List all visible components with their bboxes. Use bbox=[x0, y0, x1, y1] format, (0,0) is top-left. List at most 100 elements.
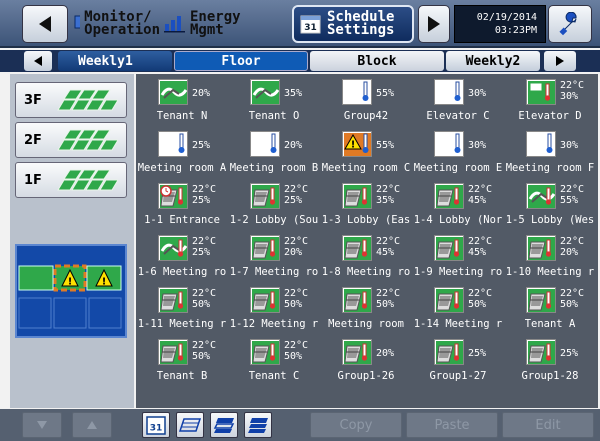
tab-schedule-settings[interactable]: 31 Schedule Settings bbox=[292, 5, 414, 43]
layer-all-button[interactable] bbox=[244, 412, 272, 438]
ventilator-icon bbox=[158, 79, 188, 105]
date-time-display: 02/19/2014 03:23PM bbox=[454, 5, 546, 43]
tab-block[interactable]: Block bbox=[310, 51, 444, 71]
group-status-value: 20% bbox=[284, 140, 303, 151]
floor-button-1f[interactable]: 1F bbox=[15, 162, 127, 198]
thermometer-icon bbox=[342, 79, 372, 105]
group-item[interactable]: 22°C 20% 1-7 Meeting ro bbox=[228, 232, 320, 282]
group-item[interactable]: 35% Tenant O bbox=[228, 76, 320, 126]
group-name: Meeting room A bbox=[137, 162, 227, 174]
group-item[interactable]: 22°C 55% 1-5 Lobby (Wes bbox=[504, 180, 596, 230]
maintenance-button[interactable] bbox=[548, 5, 592, 43]
group-item[interactable]: 22°C 50% 1-11 Meeting r bbox=[136, 284, 228, 334]
aircon-icon bbox=[250, 183, 280, 209]
group-item[interactable]: 22°C 25% 1-1 Entrance bbox=[136, 180, 228, 230]
nav-forward-button[interactable] bbox=[418, 5, 450, 43]
layer-multi-button[interactable] bbox=[210, 412, 238, 438]
thermometer-icon bbox=[434, 79, 464, 105]
scroll-down-button[interactable] bbox=[22, 412, 62, 438]
copy-button[interactable]: Copy bbox=[310, 412, 402, 438]
edit-button[interactable]: Edit bbox=[502, 412, 594, 438]
group-item[interactable]: 22°C 50% Meeting room bbox=[320, 284, 412, 334]
group-item[interactable]: 22°C 30% Elevator D bbox=[504, 76, 596, 126]
group-item[interactable]: 30% Elevator C bbox=[412, 76, 504, 126]
bar-chart-icon bbox=[164, 16, 185, 33]
paste-button[interactable]: Paste bbox=[406, 412, 498, 438]
group-item[interactable]: 20% Meeting room B bbox=[228, 128, 320, 178]
group-item[interactable]: 22°C 50% 1-12 Meeting r bbox=[228, 284, 320, 334]
floor-label: 1F bbox=[24, 172, 42, 188]
group-status-value: 30% bbox=[468, 140, 487, 151]
aircon-icon bbox=[526, 287, 556, 313]
bottom-toolbar: 31 Copy Paste Edit bbox=[0, 409, 600, 441]
tab-floor[interactable]: Floor bbox=[174, 51, 308, 71]
group-status-value: 55% bbox=[376, 140, 395, 151]
group-item[interactable]: 22°C 20% 1-10 Meeting r bbox=[504, 232, 596, 282]
group-status-value: 25% bbox=[468, 348, 487, 359]
ventilator-icon bbox=[250, 79, 280, 105]
group-item[interactable]: 22°C 50% Tenant C bbox=[228, 336, 320, 386]
group-item[interactable]: 25% Meeting room A bbox=[136, 128, 228, 178]
group-name: 1-6 Meeting ro bbox=[137, 266, 227, 278]
group-item[interactable]: 20% Group1-26 bbox=[320, 336, 412, 386]
tab-weekly2[interactable]: Weekly2 bbox=[446, 51, 540, 71]
group-name: 1-9 Meeting ro bbox=[413, 266, 503, 278]
group-item[interactable]: 22°C 35% 1-3 Lobby (Eas bbox=[320, 180, 412, 230]
group-name: Meeting room E bbox=[413, 162, 503, 174]
block-map-icon: ! ! bbox=[18, 264, 122, 329]
group-grid: 20% Tenant N 35% Tenant O 55% Group42 30% Eleva… bbox=[136, 74, 598, 408]
group-name: 1-4 Lobby (Nor bbox=[413, 214, 503, 226]
group-name: Tenant B bbox=[156, 370, 208, 382]
tab-prev-button[interactable] bbox=[24, 51, 52, 71]
tab-energy-label: Energy Mgmt bbox=[190, 9, 241, 38]
group-item[interactable]: 55% Group42 bbox=[320, 76, 412, 126]
group-name: Group42 bbox=[343, 110, 389, 122]
aircon-icon bbox=[158, 339, 188, 365]
group-name: Meeting room C bbox=[321, 162, 411, 174]
group-item[interactable]: 22°C 45% 1-9 Meeting ro bbox=[412, 232, 504, 282]
group-item[interactable]: 22°C 50% 1-14 Meeting r bbox=[412, 284, 504, 334]
group-item[interactable]: 22°C 45% 1-4 Lobby (Nor bbox=[412, 180, 504, 230]
floor-label: 3F bbox=[24, 92, 42, 108]
tab-weekly1[interactable]: Weekly1 bbox=[58, 51, 172, 71]
aircon-icon bbox=[434, 235, 464, 261]
top-nav-bar: Monitor/ Operation Energy Mgmt 31 Schedu… bbox=[0, 0, 600, 48]
aircon-timer-icon bbox=[158, 183, 188, 209]
floor-plan-icon bbox=[57, 89, 118, 111]
group-item[interactable]: 22°C 50% Tenant B bbox=[136, 336, 228, 386]
thermometer-icon bbox=[434, 131, 464, 157]
group-item[interactable]: 20% Tenant N bbox=[136, 76, 228, 126]
tab-next-button[interactable] bbox=[544, 51, 576, 71]
floor-button-2f[interactable]: 2F bbox=[15, 122, 127, 158]
floor-block-map[interactable]: ! ! bbox=[15, 244, 127, 338]
floor-selector-panel: 3F 2F 1F ! ! bbox=[10, 74, 134, 408]
group-item[interactable]: 22°C 45% 1-8 Meeting ro bbox=[320, 232, 412, 282]
group-item[interactable]: 25% Group1-27 bbox=[412, 336, 504, 386]
aircon-green-icon bbox=[526, 79, 556, 105]
group-item[interactable]: 30% Meeting room F bbox=[504, 128, 596, 178]
tab-monitor-operation[interactable]: Monitor/ Operation bbox=[72, 5, 160, 43]
nav-back-button[interactable] bbox=[22, 5, 68, 43]
group-item[interactable]: 30% Meeting room E bbox=[412, 128, 504, 178]
aircon-icon bbox=[434, 287, 464, 313]
scroll-up-button[interactable] bbox=[72, 412, 112, 438]
aircon-icon bbox=[526, 235, 556, 261]
group-item[interactable]: 22°C 50% Tenant A bbox=[504, 284, 596, 334]
group-status-value: 22°C 50% bbox=[560, 288, 585, 310]
group-name: 1-10 Meeting r bbox=[505, 266, 595, 278]
group-item[interactable]: 22°C 25% 1-2 Lobby (Sou bbox=[228, 180, 320, 230]
layers-mixed-icon bbox=[213, 418, 235, 433]
view-tab-row: Weekly1 Floor Block Weekly2 bbox=[0, 50, 600, 72]
calendar-icon: 31 bbox=[146, 416, 166, 435]
group-status-value: 22°C 50% bbox=[468, 288, 493, 310]
group-status-value: 22°C 25% bbox=[192, 236, 217, 258]
layer-single-button[interactable] bbox=[176, 412, 204, 438]
floor-button-3f[interactable]: 3F bbox=[15, 82, 127, 118]
calendar-view-button[interactable]: 31 bbox=[142, 412, 170, 438]
group-status-value: 22°C 25% bbox=[192, 184, 217, 206]
group-name: Meeting room F bbox=[505, 162, 595, 174]
group-item[interactable]: 25% Group1-28 bbox=[504, 336, 596, 386]
group-item[interactable]: 22°C 25% 1-6 Meeting ro bbox=[136, 232, 228, 282]
tab-energy-mgmt[interactable]: Energy Mgmt bbox=[162, 5, 270, 43]
group-item[interactable]: ! 55% Meeting room C bbox=[320, 128, 412, 178]
